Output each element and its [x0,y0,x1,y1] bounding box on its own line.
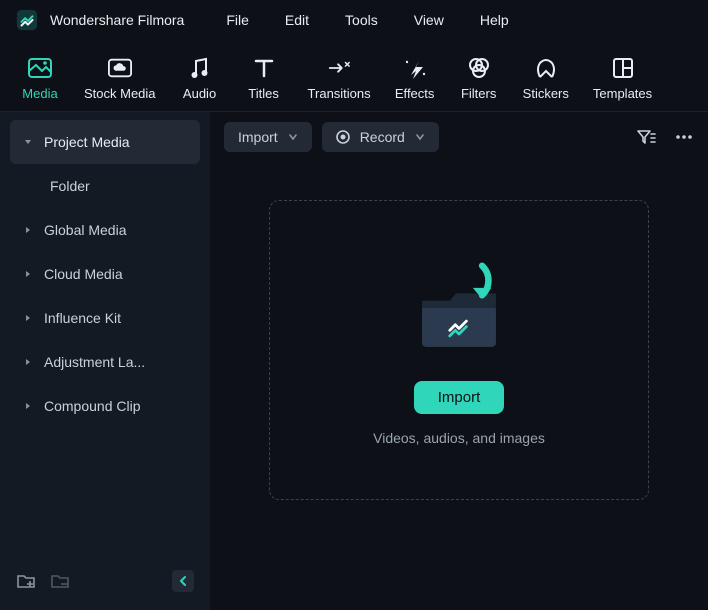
menu-edit[interactable]: Edit [285,12,309,28]
import-button[interactable]: Import [414,381,505,414]
transitions-icon [327,56,351,80]
audio-icon [188,56,212,80]
tab-label: Effects [395,86,435,101]
menu-tools[interactable]: Tools [345,12,378,28]
chevron-right-icon [22,268,34,280]
menu-help[interactable]: Help [480,12,509,28]
drop-caption: Videos, audios, and images [373,430,545,446]
media-icon [28,56,52,80]
sidebar-item-folder[interactable]: Folder [10,164,200,208]
sidebar-item-cloud-media[interactable]: Cloud Media [10,252,200,296]
sidebar: Project Media Folder Global Media Cloud … [0,112,210,610]
chevron-down-icon [22,136,34,148]
sidebar-item-project-media[interactable]: Project Media [10,120,200,164]
chevron-right-icon [22,312,34,324]
tab-label: Transitions [308,86,371,101]
tab-label: Filters [461,86,496,101]
new-folder-icon[interactable] [16,571,36,591]
filters-icon [467,56,491,80]
menu-view[interactable]: View [414,12,444,28]
templates-icon [611,56,635,80]
tab-label: Media [22,86,57,101]
tab-label: Audio [183,86,216,101]
app-logo-icon [16,9,38,31]
record-dropdown[interactable]: Record [322,122,439,152]
sidebar-item-adjustment-layer[interactable]: Adjustment La... [10,340,200,384]
import-drop-area[interactable]: Import Videos, audios, and images [269,200,649,500]
tab-label: Titles [248,86,279,101]
chevron-down-icon [288,133,298,141]
toolbar-right [636,127,694,147]
menubar: File Edit Tools View Help [226,12,508,28]
sidebar-item-compound-clip[interactable]: Compound Clip [10,384,200,428]
sidebar-item-influence-kit[interactable]: Influence Kit [10,296,200,340]
record-icon [336,130,350,144]
tab-audio[interactable]: Audio [170,50,230,111]
chevron-down-icon [415,133,425,141]
record-label: Record [360,129,405,145]
collapse-sidebar-button[interactable] [172,570,194,592]
delete-folder-icon[interactable] [50,571,70,591]
sidebar-item-label: Influence Kit [44,310,121,326]
content-area: Import Record [210,112,708,610]
tab-stickers[interactable]: Stickers [513,50,579,111]
tab-effects[interactable]: Effects [385,50,445,111]
sidebar-item-label: Compound Clip [44,398,141,414]
sidebar-item-label: Global Media [44,222,127,238]
chevron-right-icon [22,356,34,368]
tab-titles[interactable]: Titles [234,50,294,111]
titles-icon [252,56,276,80]
tab-transitions[interactable]: Transitions [298,50,381,111]
tab-stock-media[interactable]: Stock Media [74,50,166,111]
stickers-icon [534,56,558,80]
app-title: Wondershare Filmora [50,12,184,28]
primary-tabs: Media Stock Media Audio Titles Transitio… [0,40,708,112]
sidebar-item-label: Folder [50,178,90,194]
menu-file[interactable]: File [226,12,249,28]
cloud-icon [108,56,132,80]
sidebar-footer [10,560,200,602]
sidebar-item-label: Adjustment La... [44,354,145,370]
content-toolbar: Import Record [210,112,708,162]
tab-label: Stock Media [84,86,156,101]
chevron-right-icon [22,224,34,236]
import-label: Import [238,129,278,145]
titlebar: Wondershare Filmora File Edit Tools View… [0,0,708,40]
more-icon[interactable] [674,127,694,147]
tab-templates[interactable]: Templates [583,50,662,111]
tab-label: Stickers [523,86,569,101]
sidebar-item-global-media[interactable]: Global Media [10,208,200,252]
tab-filters[interactable]: Filters [449,50,509,111]
sidebar-item-label: Cloud Media [44,266,123,282]
filter-icon[interactable] [636,127,656,147]
import-dropdown[interactable]: Import [224,122,312,152]
chevron-right-icon [22,400,34,412]
tab-label: Templates [593,86,652,101]
folder-illustration-icon [399,255,519,365]
effects-icon [403,56,427,80]
sidebar-item-label: Project Media [44,134,130,150]
main-area: Project Media Folder Global Media Cloud … [0,112,708,610]
tab-media[interactable]: Media [10,50,70,111]
